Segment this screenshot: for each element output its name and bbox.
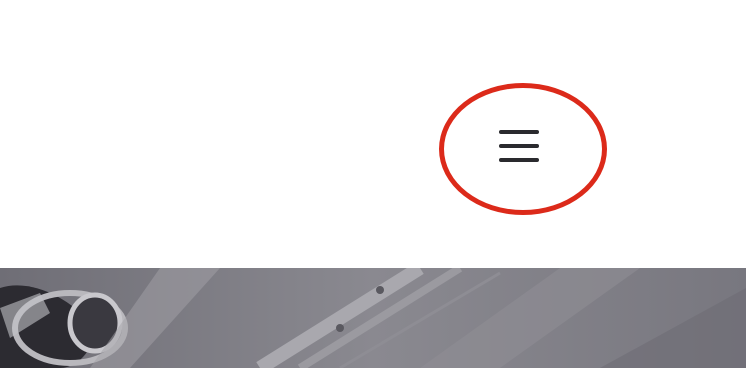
hamburger-menu-icon-bar [499,130,539,134]
hero-photo [0,268,746,368]
hamburger-menu-icon-bar [499,144,539,148]
site-header [0,0,746,268]
hero-banner-image [0,268,746,368]
menu-button[interactable] [496,126,542,166]
hamburger-menu-icon-bar [499,158,539,162]
